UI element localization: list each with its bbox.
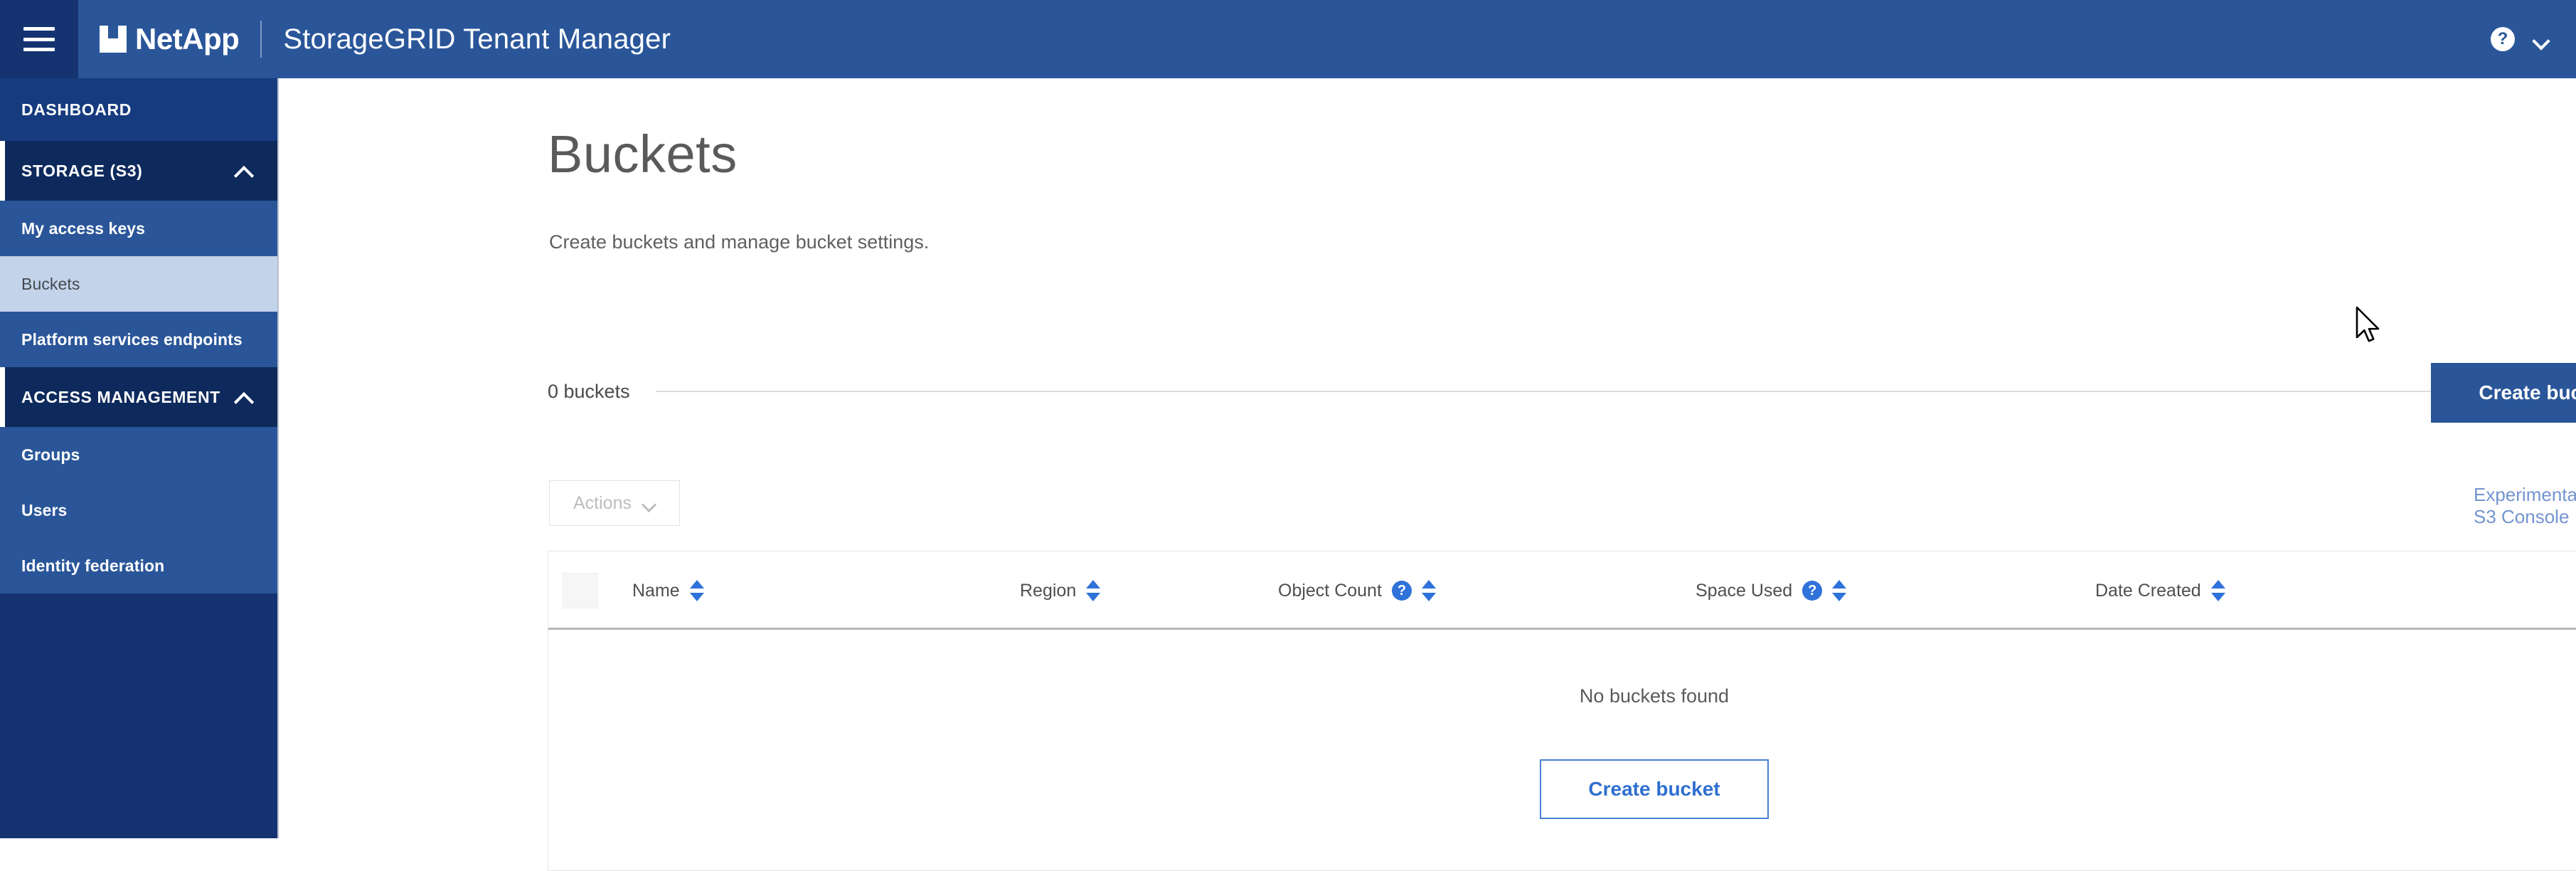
column-label: Date Created bbox=[2095, 580, 2201, 601]
s3-console-label: Experimental S3 Console bbox=[2474, 484, 2576, 527]
chevron-up-icon bbox=[235, 166, 253, 176]
sidebar-group-label: STORAGE (S3) bbox=[21, 161, 143, 180]
create-bucket-button[interactable]: Create bucket bbox=[2431, 363, 2576, 423]
sort-arrows-icon[interactable] bbox=[1421, 579, 1436, 603]
netapp-logo-icon bbox=[100, 26, 127, 53]
sidebar-item-label: Platform services endpoints bbox=[21, 329, 243, 349]
table-header-row: Name Region Object Count ? Space Used ? … bbox=[548, 551, 2576, 630]
experimental-s3-console-link[interactable]: Experimental S3 Console bbox=[2474, 484, 2576, 528]
buckets-table: Name Region Object Count ? Space Used ? … bbox=[548, 551, 2576, 871]
sort-arrows-icon[interactable] bbox=[2210, 579, 2225, 603]
actions-dropdown[interactable]: Actions bbox=[549, 480, 680, 526]
sidebar-item-buckets[interactable]: Buckets bbox=[0, 256, 277, 312]
sidebar-item-label: Users bbox=[21, 500, 68, 519]
app-title: StorageGRID Tenant Manager bbox=[283, 23, 671, 55]
sidebar-item-label: My access keys bbox=[21, 218, 146, 238]
actions-label: Actions bbox=[573, 492, 632, 513]
sidebar-item-label: DASHBOARD bbox=[21, 100, 132, 119]
sidebar-item-label: Groups bbox=[21, 445, 80, 464]
help-icon[interactable]: ? bbox=[2491, 27, 2515, 51]
sort-arrows-icon[interactable] bbox=[1832, 579, 1847, 603]
sidebar-group-access-management[interactable]: ACCESS MANAGEMENT bbox=[0, 367, 277, 427]
help-icon[interactable]: ? bbox=[1802, 581, 1823, 601]
table-column-space-used[interactable]: Space Used ? bbox=[1696, 551, 1847, 630]
chevron-up-icon bbox=[235, 392, 253, 402]
sidebar-item-label: Identity federation bbox=[21, 556, 165, 575]
sidebar-item-label: Buckets bbox=[21, 274, 80, 293]
select-all-checkbox[interactable] bbox=[563, 573, 598, 608]
table-column-date-created[interactable]: Date Created bbox=[2095, 551, 2225, 630]
sidebar-group-label: ACCESS MANAGEMENT bbox=[21, 387, 220, 406]
empty-state-create-bucket-button[interactable]: Create bucket bbox=[1540, 759, 1769, 819]
table-column-object-count[interactable]: Object Count ? bbox=[1278, 551, 1436, 630]
brand-divider bbox=[260, 21, 262, 58]
page-title: Buckets bbox=[548, 125, 738, 184]
bucket-count-row: 0 buckets bbox=[548, 377, 2576, 406]
brand-name: NetApp bbox=[135, 22, 240, 56]
empty-state-message: No buckets found bbox=[1579, 685, 1730, 707]
help-icon[interactable]: ? bbox=[1391, 581, 1412, 601]
chevron-down-icon bbox=[643, 500, 656, 507]
column-label: Name bbox=[632, 580, 680, 601]
chevron-down-icon[interactable] bbox=[2533, 35, 2549, 43]
sort-arrows-icon[interactable] bbox=[689, 579, 704, 603]
sidebar-group-storage[interactable]: STORAGE (S3) bbox=[0, 141, 277, 201]
horizontal-rule bbox=[655, 391, 2576, 392]
bucket-count-label: 0 buckets bbox=[548, 380, 630, 402]
sidebar: DASHBOARD STORAGE (S3) My access keys Bu… bbox=[0, 78, 279, 838]
sidebar-item-users[interactable]: Users bbox=[0, 482, 277, 538]
column-label: Object Count bbox=[1278, 580, 1382, 601]
menu-toggle-button[interactable] bbox=[0, 0, 78, 78]
column-label: Space Used bbox=[1696, 580, 1793, 601]
hamburger-icon bbox=[23, 27, 55, 51]
brand: NetApp StorageGRID Tenant Manager bbox=[78, 0, 671, 78]
table-column-name[interactable]: Name bbox=[632, 551, 704, 630]
table-column-region[interactable]: Region bbox=[1020, 551, 1101, 630]
column-label: Region bbox=[1020, 580, 1077, 601]
sidebar-item-dashboard[interactable]: DASHBOARD bbox=[0, 78, 277, 141]
main-content: Buckets Create buckets and manage bucket… bbox=[280, 78, 2576, 871]
sidebar-item-my-access-keys[interactable]: My access keys bbox=[0, 201, 277, 256]
table-body-empty-state: No buckets found Create bucket bbox=[548, 630, 2576, 870]
sidebar-item-platform-services-endpoints[interactable]: Platform services endpoints bbox=[0, 312, 277, 367]
top-bar: NetApp StorageGRID Tenant Manager ? bbox=[0, 0, 2576, 78]
sort-arrows-icon[interactable] bbox=[1086, 579, 1101, 603]
topbar-actions: ? bbox=[2491, 27, 2576, 51]
sidebar-item-groups[interactable]: Groups bbox=[0, 427, 277, 482]
page-subtitle: Create buckets and manage bucket setting… bbox=[549, 231, 930, 253]
sidebar-item-identity-federation[interactable]: Identity federation bbox=[0, 538, 277, 593]
